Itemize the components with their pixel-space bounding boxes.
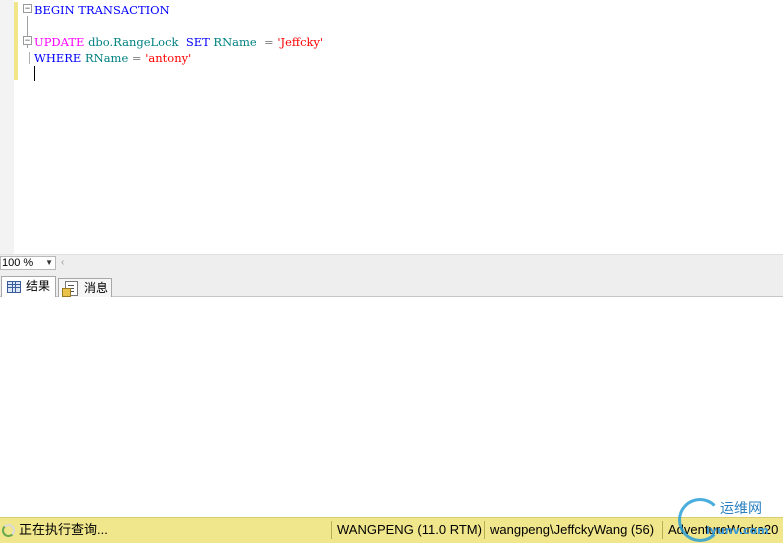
editor-gutter: [0, 0, 14, 254]
database-name: AdventureWorks20: [668, 522, 779, 537]
code-line-4: WHERE RName = 'antony': [34, 50, 191, 66]
zoom-value: 100 %: [2, 257, 34, 269]
collapse-icon[interactable]: −: [23, 4, 32, 13]
execution-status: 正在执行查询...: [19, 522, 108, 537]
text-caret: [34, 66, 35, 81]
status-separator: [484, 521, 485, 539]
status-separator: [331, 521, 332, 539]
column-name: RName: [84, 51, 129, 65]
sql-keyword: BEGIN TRANSACTION: [34, 3, 170, 17]
string-literal: 'Jeffcky': [277, 35, 324, 49]
tab-results[interactable]: 结果: [1, 276, 56, 297]
scroll-left-icon[interactable]: ‹: [61, 256, 64, 270]
code-line-1: BEGIN TRANSACTION: [34, 2, 170, 18]
tab-messages[interactable]: 消息: [58, 278, 112, 297]
operator: =: [131, 51, 142, 65]
collapse-icon[interactable]: −: [23, 36, 32, 45]
table-name: dbo.RangeLock: [88, 35, 179, 49]
grid-icon: [7, 281, 21, 293]
sql-keyword: WHERE: [34, 51, 82, 65]
sql-keyword: SET: [185, 35, 210, 49]
results-tabbar: 结果 消息: [0, 271, 783, 297]
connection-user: wangpeng\JeffckyWang (56): [490, 522, 655, 537]
message-icon: [62, 281, 78, 297]
string-literal: 'antony': [145, 51, 192, 65]
executing-spinner-icon: [2, 524, 15, 537]
tab-label: 结果: [26, 279, 51, 293]
results-pane[interactable]: [0, 297, 783, 517]
outline-guide: [29, 52, 30, 64]
dropdown-arrow-icon[interactable]: ▼: [45, 257, 53, 269]
zoom-strip: 100 % ▼ ‹: [0, 254, 783, 271]
operator: =: [264, 35, 274, 49]
sql-keyword: UPDATE: [34, 35, 85, 49]
status-separator: [662, 521, 663, 539]
change-indicator-bar: [14, 2, 18, 80]
zoom-select[interactable]: 100 % ▼: [0, 256, 56, 270]
server-name: WANGPENG (11.0 RTM): [337, 522, 482, 537]
code-line-3: UPDATE dbo.RangeLock SET RName = 'Jeffck…: [34, 34, 323, 50]
status-bar: 正在执行查询... WANGPENG (11.0 RTM) wangpeng\J…: [0, 517, 783, 543]
tab-label: 消息: [84, 281, 109, 295]
query-editor[interactable]: − − BEGIN TRANSACTION UPDATE dbo.RangeLo…: [0, 0, 783, 254]
column-name: RName: [213, 35, 257, 49]
